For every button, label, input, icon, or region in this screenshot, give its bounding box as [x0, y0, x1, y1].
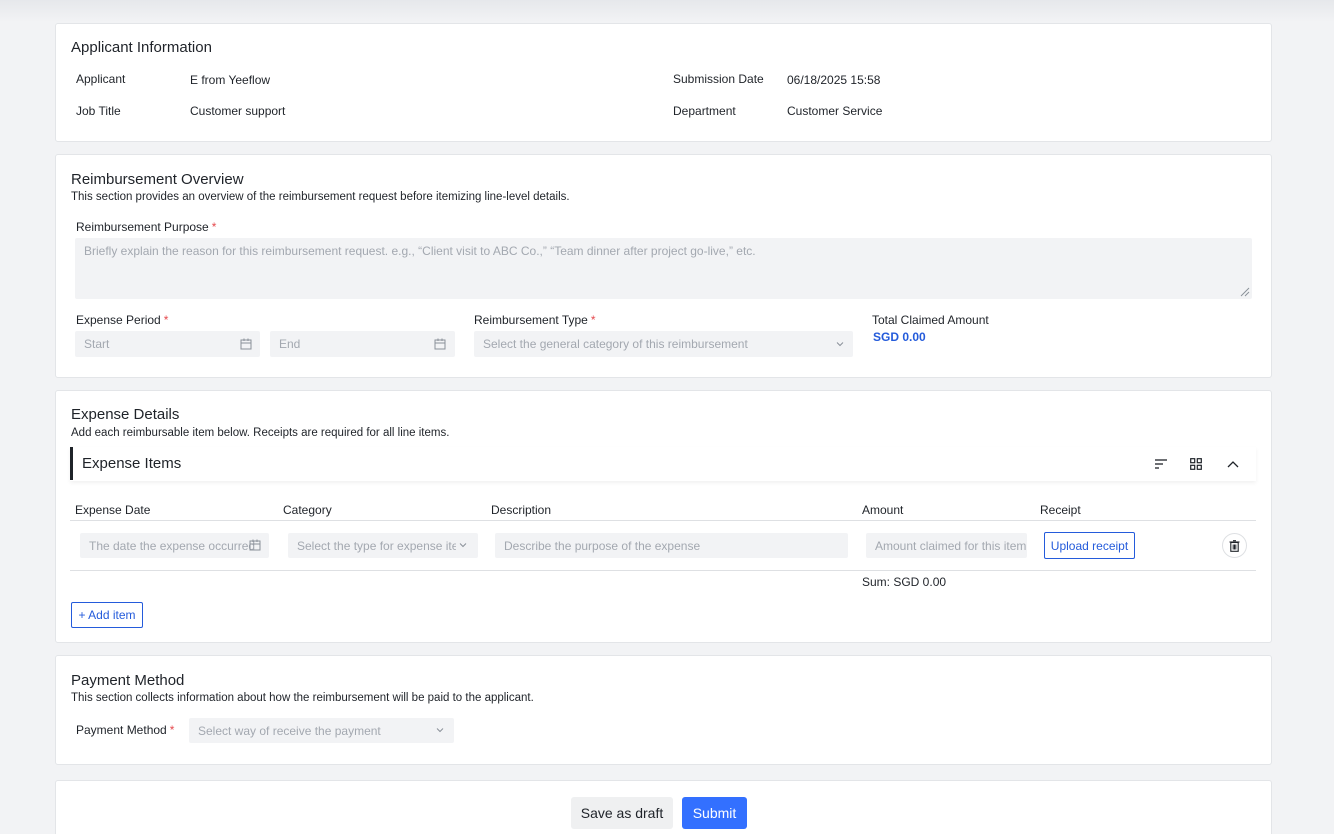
- purpose-label: Reimbursement Purpose *: [76, 220, 217, 234]
- type-placeholder: Select the general category of this reim…: [483, 337, 748, 351]
- payment-method-label: Payment Method *: [76, 723, 175, 737]
- chevron-up-icon[interactable]: [1225, 456, 1241, 472]
- department-value: Customer Service: [787, 104, 883, 118]
- period-end-input[interactable]: End: [270, 331, 455, 357]
- save-draft-button[interactable]: Save as draft: [571, 797, 673, 829]
- applicant-label: Applicant: [76, 72, 126, 86]
- payment-method-select[interactable]: Select way of receive the payment: [189, 718, 454, 743]
- amount-input[interactable]: Amount claimed for this item: [866, 533, 1027, 558]
- add-item-button[interactable]: + Add item: [71, 602, 143, 628]
- payment-method-description: This section collects information about …: [71, 692, 534, 704]
- calendar-icon[interactable]: [238, 336, 254, 352]
- resize-handle-icon[interactable]: [1240, 287, 1250, 297]
- chevron-down-icon[interactable]: [433, 722, 447, 738]
- submit-button[interactable]: Submit: [682, 797, 747, 829]
- grid-view-icon[interactable]: [1188, 456, 1204, 472]
- chevron-down-icon[interactable]: [456, 537, 470, 553]
- purpose-textarea[interactable]: Briefly explain the reason for this reim…: [75, 238, 1252, 299]
- reimbursement-type-label: Reimbursement Type *: [474, 313, 596, 327]
- total-claimed-value: SGD 0.00: [873, 330, 926, 344]
- section-accent-bar: [70, 447, 73, 480]
- required-mark: *: [211, 220, 217, 234]
- top-shade: [0, 0, 1334, 22]
- calendar-icon[interactable]: [247, 537, 263, 553]
- purpose-placeholder: Briefly explain the reason for this reim…: [84, 244, 756, 258]
- overview-description: This section provides an overview of the…: [71, 191, 570, 203]
- end-placeholder: End: [279, 337, 301, 351]
- overview-title: Reimbursement Overview: [71, 171, 244, 188]
- total-claimed-label: Total Claimed Amount: [872, 313, 989, 327]
- job-title-label: Job Title: [76, 104, 121, 118]
- sort-icon[interactable]: [1153, 456, 1169, 472]
- required-mark: *: [163, 313, 169, 327]
- column-header-receipt: Receipt: [1040, 503, 1081, 517]
- department-label: Department: [673, 104, 736, 118]
- payment-method-title: Payment Method: [71, 672, 185, 689]
- applicant-info-card: Applicant Information Applicant E from Y…: [55, 23, 1272, 142]
- description-input[interactable]: Describe the purpose of the expense: [495, 533, 848, 558]
- description-placeholder: Describe the purpose of the expense: [504, 538, 701, 553]
- job-title-value: Customer support: [190, 104, 286, 118]
- required-mark: *: [169, 723, 175, 737]
- date-placeholder: The date the expense occurred: [89, 538, 256, 553]
- column-header-amount: Amount: [862, 503, 904, 517]
- delete-row-button[interactable]: [1222, 533, 1247, 558]
- expense-items-title: Expense Items: [82, 455, 182, 472]
- expense-period-label: Expense Period *: [76, 313, 169, 327]
- footer-bar: Save as draft Submit: [55, 780, 1272, 834]
- expense-sum: Sum: SGD 0.00: [862, 575, 947, 589]
- expense-items-header: Expense Items: [70, 447, 1256, 481]
- payment-method-placeholder: Select way of receive the payment: [198, 723, 381, 738]
- table-row-divider: [70, 570, 1256, 571]
- reimbursement-type-select[interactable]: Select the general category of this reim…: [474, 331, 853, 357]
- amount-placeholder: Amount claimed for this item: [875, 538, 1027, 553]
- start-placeholder: Start: [84, 337, 110, 351]
- submission-date-label: Submission Date: [673, 72, 764, 86]
- upload-receipt-button[interactable]: Upload receipt: [1044, 532, 1135, 559]
- reimbursement-overview-card: Reimbursement Overview This section prov…: [55, 154, 1272, 378]
- column-header-expense-date: Expense Date: [75, 503, 151, 517]
- applicant-info-title: Applicant Information: [71, 39, 212, 56]
- expense-details-title: Expense Details: [71, 406, 180, 423]
- period-start-input[interactable]: Start: [75, 331, 260, 357]
- trash-icon: [1229, 539, 1240, 552]
- calendar-icon[interactable]: [432, 336, 448, 352]
- column-header-category: Category: [283, 503, 332, 517]
- required-mark: *: [590, 313, 596, 327]
- category-select[interactable]: Select the type for expense item: [288, 533, 478, 558]
- chevron-down-icon[interactable]: [833, 336, 847, 352]
- expense-date-input[interactable]: The date the expense occurred: [80, 533, 269, 558]
- expense-details-card: Expense Details Add each reimbursable it…: [55, 390, 1272, 643]
- submission-date-value: 06/18/2025 15:58: [787, 73, 881, 87]
- category-placeholder: Select the type for expense item: [297, 538, 469, 553]
- payment-method-card: Payment Method This section collects inf…: [55, 655, 1272, 765]
- table-row: The date the expense occurred Select the…: [70, 521, 1256, 570]
- column-header-description: Description: [491, 503, 552, 517]
- applicant-value: E from Yeeflow: [190, 73, 271, 87]
- expense-details-description: Add each reimbursable item below. Receip…: [71, 427, 450, 439]
